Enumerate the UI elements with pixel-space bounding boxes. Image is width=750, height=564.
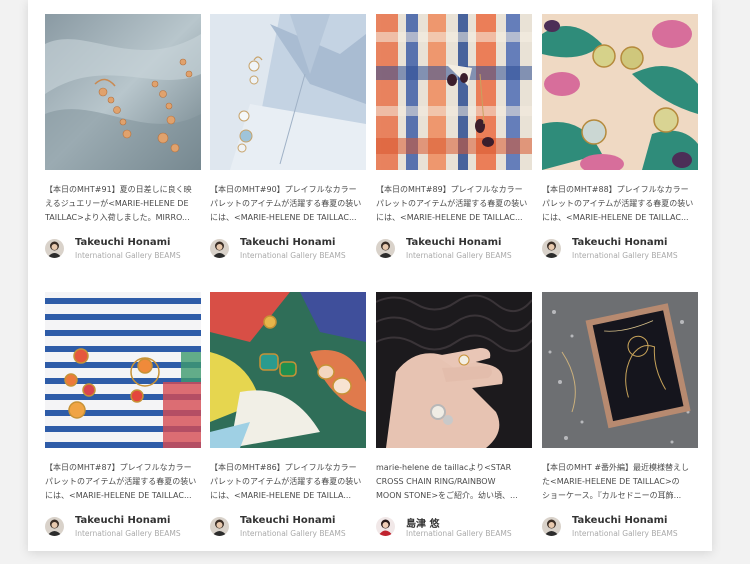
avatar[interactable]: [45, 517, 64, 536]
post-card[interactable]: marie-helene de taillacより<STAR CROSS CHA…: [376, 292, 532, 539]
post-image[interactable]: [542, 14, 698, 170]
shop-name[interactable]: International Gallery BEAMS: [240, 529, 346, 538]
excerpt-line: CROSS CHAIN RING/RAINBOW: [376, 477, 496, 486]
author-block[interactable]: Takeuchi Honami International Gallery BE…: [45, 513, 201, 539]
excerpt-line: パレットのアイテムが活躍する春夏の装い: [542, 199, 694, 208]
post-excerpt: 【本日のMHT#88】プレイフルなカラー パレットのアイテムが活躍する春夏の装い…: [542, 183, 698, 225]
excerpt-line: ショーケース。『カルセドニーの耳飾...: [542, 491, 682, 500]
author-block[interactable]: Takeuchi Honami International Gallery BE…: [210, 235, 366, 261]
avatar[interactable]: [542, 239, 561, 258]
excerpt-line: 【本日のMHT #番外編】最近模様替えし: [542, 463, 690, 472]
excerpt-line: には、<MARIE-HELENE DE TAILLAC...: [376, 213, 523, 222]
post-excerpt: 【本日のMHT#86】プレイフルなカラー パレットのアイテムが活躍する春夏の装い…: [210, 461, 366, 503]
avatar[interactable]: [542, 517, 561, 536]
post-excerpt: 【本日のMHT#89】プレイフルなカラー パレットのアイテムが活躍する春夏の装い…: [376, 183, 532, 225]
author-block[interactable]: Takeuchi Honami International Gallery BE…: [45, 235, 201, 261]
avatar[interactable]: [210, 517, 229, 536]
author-name[interactable]: Takeuchi Honami: [240, 515, 335, 526]
author-block[interactable]: 島津 悠 International Gallery BEAMS: [376, 513, 532, 539]
excerpt-line: marie-helene de taillacより<STAR: [376, 463, 512, 472]
author-name[interactable]: Takeuchi Honami: [572, 515, 667, 526]
excerpt-line: には、<MARIE-HELENE DE TAILLAC...: [542, 213, 689, 222]
author-name[interactable]: Takeuchi Honami: [406, 237, 501, 248]
post-image[interactable]: [542, 292, 698, 448]
excerpt-line: パレットのアイテムが活躍する春夏の装い: [45, 477, 197, 486]
post-excerpt: 【本日のMHT#87】プレイフルなカラー パレットのアイテムが活躍する春夏の装い…: [45, 461, 201, 503]
author-name[interactable]: Takeuchi Honami: [240, 237, 335, 248]
excerpt-line: TAILLAC>より入荷しました。MIRRO...: [45, 213, 190, 222]
post-card[interactable]: 【本日のMHT#89】プレイフルなカラー パレットのアイテムが活躍する春夏の装い…: [376, 14, 532, 261]
excerpt-line: には、<MARIE-HELENE DE TAILLAC...: [45, 491, 192, 500]
post-card[interactable]: 【本日のMHT#88】プレイフルなカラー パレットのアイテムが活躍する春夏の装い…: [542, 14, 698, 261]
post-excerpt: 【本日のMHT#91】夏の日差しに良く映 えるジュエリーが<MARIE-HELE…: [45, 183, 201, 225]
excerpt-line: パレットのアイテムが活躍する春夏の装い: [376, 199, 528, 208]
post-card[interactable]: 【本日のMHT#90】プレイフルなカラー パレットのアイテムが活躍する春夏の装い…: [210, 14, 366, 261]
excerpt-line: 【本日のMHT#89】プレイフルなカラー: [376, 185, 523, 194]
post-excerpt: marie-helene de taillacより<STAR CROSS CHA…: [376, 461, 532, 503]
shop-name[interactable]: International Gallery BEAMS: [75, 251, 181, 260]
avatar[interactable]: [45, 239, 64, 258]
post-card[interactable]: 【本日のMHT#87】プレイフルなカラー パレットのアイテムが活躍する春夏の装い…: [45, 292, 201, 539]
post-image[interactable]: [210, 14, 366, 170]
author-name[interactable]: Takeuchi Honami: [75, 237, 170, 248]
excerpt-line: 【本日のMHT#86】プレイフルなカラー: [210, 463, 357, 472]
excerpt-line: 【本日のMHT#90】プレイフルなカラー: [210, 185, 357, 194]
post-image[interactable]: [45, 292, 201, 448]
author-block[interactable]: Takeuchi Honami International Gallery BE…: [542, 235, 698, 261]
post-image[interactable]: [376, 292, 532, 448]
excerpt-line: パレットのアイテムが活躍する春夏の装い: [210, 199, 362, 208]
avatar[interactable]: [376, 239, 395, 258]
post-image[interactable]: [45, 14, 201, 170]
author-name[interactable]: Takeuchi Honami: [75, 515, 170, 526]
post-excerpt: 【本日のMHT#90】プレイフルなカラー パレットのアイテムが活躍する春夏の装い…: [210, 183, 366, 225]
shop-name[interactable]: International Gallery BEAMS: [572, 529, 678, 538]
author-name[interactable]: Takeuchi Honami: [572, 237, 667, 248]
post-image[interactable]: [376, 14, 532, 170]
excerpt-line: には、<MARIE-HELENE DE TAILLAC...: [210, 213, 357, 222]
excerpt-line: パレットのアイテムが活躍する春夏の装い: [210, 477, 362, 486]
post-excerpt: 【本日のMHT #番外編】最近模様替えし た<MARIE-HELENE DE T…: [542, 461, 698, 503]
post-grid: 【本日のMHT#91】夏の日差しに良く映 えるジュエリーが<MARIE-HELE…: [28, 0, 712, 551]
excerpt-line: 【本日のMHT#88】プレイフルなカラー: [542, 185, 689, 194]
author-block[interactable]: Takeuchi Honami International Gallery BE…: [542, 513, 698, 539]
excerpt-line: には、<MARIE-HELENE DE TAILLA...: [210, 491, 352, 500]
author-block[interactable]: Takeuchi Honami International Gallery BE…: [376, 235, 532, 261]
author-name[interactable]: 島津 悠: [406, 515, 439, 530]
excerpt-line: えるジュエリーが<MARIE-HELENE DE: [45, 199, 189, 208]
excerpt-line: た<MARIE-HELENE DE TAILLAC>の: [542, 477, 680, 486]
post-card[interactable]: 【本日のMHT#86】プレイフルなカラー パレットのアイテムが活躍する春夏の装い…: [210, 292, 366, 539]
post-card[interactable]: 【本日のMHT#91】夏の日差しに良く映 えるジュエリーが<MARIE-HELE…: [45, 14, 201, 261]
avatar[interactable]: [376, 517, 395, 536]
author-block[interactable]: Takeuchi Honami International Gallery BE…: [210, 513, 366, 539]
excerpt-line: 【本日のMHT#91】夏の日差しに良く映: [45, 185, 192, 194]
excerpt-line: MOON STONE>をご紹介。幼い頃、...: [376, 491, 518, 500]
shop-name[interactable]: International Gallery BEAMS: [75, 529, 181, 538]
post-card[interactable]: 【本日のMHT #番外編】最近模様替えし た<MARIE-HELENE DE T…: [542, 292, 698, 539]
shop-name[interactable]: International Gallery BEAMS: [406, 251, 512, 260]
shop-name[interactable]: International Gallery BEAMS: [572, 251, 678, 260]
avatar[interactable]: [210, 239, 229, 258]
post-image[interactable]: [210, 292, 366, 448]
excerpt-line: 【本日のMHT#87】プレイフルなカラー: [45, 463, 192, 472]
shop-name[interactable]: International Gallery BEAMS: [240, 251, 346, 260]
shop-name[interactable]: International Gallery BEAMS: [406, 529, 512, 538]
